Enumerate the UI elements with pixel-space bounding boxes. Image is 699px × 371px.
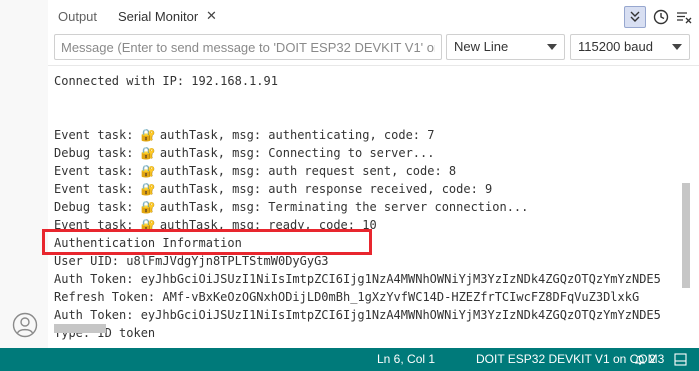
vertical-scrollbar-thumb[interactable] bbox=[682, 183, 690, 288]
log-prefix: Event task: bbox=[54, 182, 141, 196]
log-line: Event task: 🔐 authTask, msg: authenticat… bbox=[54, 126, 687, 144]
log-line: Refresh Token: AMf-vBxKeOzOGNxhODijLD0mB… bbox=[54, 290, 640, 304]
log-prefix: Debug task: bbox=[54, 146, 141, 160]
log-suffix: authTask, msg: auth response received, c… bbox=[152, 182, 493, 196]
uid-highlight-box bbox=[42, 229, 372, 255]
message-input-row: New Line 115200 baud bbox=[48, 34, 699, 62]
notifications-status[interactable]: 2 bbox=[634, 348, 656, 371]
serial-monitor-panel: Output Serial Monitor ✕ New Line 115200 … bbox=[48, 0, 699, 348]
bell-icon bbox=[634, 355, 646, 365]
cursor-position[interactable]: Ln 6, Col 1 bbox=[377, 348, 435, 371]
output-panel-icon[interactable] bbox=[674, 353, 687, 366]
message-input[interactable] bbox=[54, 34, 442, 60]
log-suffix: authTask, msg: auth request sent, code: … bbox=[152, 164, 457, 178]
divider bbox=[48, 65, 699, 66]
log-prefix: Event task: bbox=[54, 164, 141, 178]
line-ending-value: New Line bbox=[454, 39, 509, 54]
baud-rate-value: 115200 baud bbox=[578, 39, 653, 54]
autoscroll-toggle-icon[interactable] bbox=[624, 6, 646, 28]
timestamp-toggle-icon[interactable] bbox=[651, 7, 671, 27]
log-line: Event task: 🔐 authTask, msg: auth respon… bbox=[54, 180, 687, 198]
log-line: Type: ID token bbox=[54, 326, 156, 340]
log-line: Debug task: 🔐 authTask, msg: Terminating… bbox=[54, 198, 687, 216]
baud-rate-select[interactable]: 115200 baud bbox=[570, 34, 690, 60]
log-suffix: authTask, msg: Connecting to server... bbox=[152, 146, 435, 160]
log-prefix: Event task: bbox=[54, 128, 141, 142]
status-bar: Ln 6, Col 1 DOIT ESP32 DEVKIT V1 on COM3… bbox=[0, 348, 699, 371]
serial-output-log[interactable]: Connected with IP: 192.168.1.91 Event ta… bbox=[54, 72, 687, 342]
lock-icon: 🔐 bbox=[140, 164, 156, 178]
activity-bar bbox=[0, 0, 49, 348]
clear-output-icon[interactable] bbox=[674, 7, 694, 27]
tab-serial-monitor[interactable]: Serial Monitor bbox=[118, 0, 198, 34]
log-line: Auth Token: eyJhbGciOiJSUzI1NiIsImtpZCI6… bbox=[54, 272, 661, 286]
line-ending-select[interactable]: New Line bbox=[446, 34, 565, 60]
log-line: Event task: 🔐 authTask, msg: auth reques… bbox=[54, 162, 687, 180]
log-suffix: authTask, msg: Terminating the server co… bbox=[152, 200, 529, 214]
close-tab-icon[interactable]: ✕ bbox=[206, 0, 217, 34]
log-line: Debug task: 🔐 authTask, msg: Connecting … bbox=[54, 144, 687, 162]
account-icon[interactable] bbox=[12, 312, 38, 338]
lock-icon: 🔐 bbox=[140, 146, 156, 160]
tab-output[interactable]: Output bbox=[58, 0, 97, 34]
chevron-down-icon bbox=[672, 44, 682, 50]
log-line: Connected with IP: 192.168.1.91 bbox=[54, 74, 278, 88]
lock-icon: 🔐 bbox=[140, 128, 156, 142]
panel-tabs: Output Serial Monitor ✕ bbox=[48, 0, 699, 34]
log-prefix: Debug task: bbox=[54, 200, 141, 214]
lock-icon: 🔐 bbox=[140, 182, 156, 196]
log-line: Auth Token: eyJhbGciOiJSUzI1NiIsImtpZCI6… bbox=[54, 308, 661, 322]
notification-count: 2 bbox=[649, 352, 656, 366]
lock-icon: 🔐 bbox=[140, 200, 156, 214]
chevron-down-icon bbox=[547, 44, 557, 50]
log-suffix: authTask, msg: authenticating, code: 7 bbox=[152, 128, 435, 142]
horizontal-scrollbar-thumb[interactable] bbox=[54, 324, 106, 333]
